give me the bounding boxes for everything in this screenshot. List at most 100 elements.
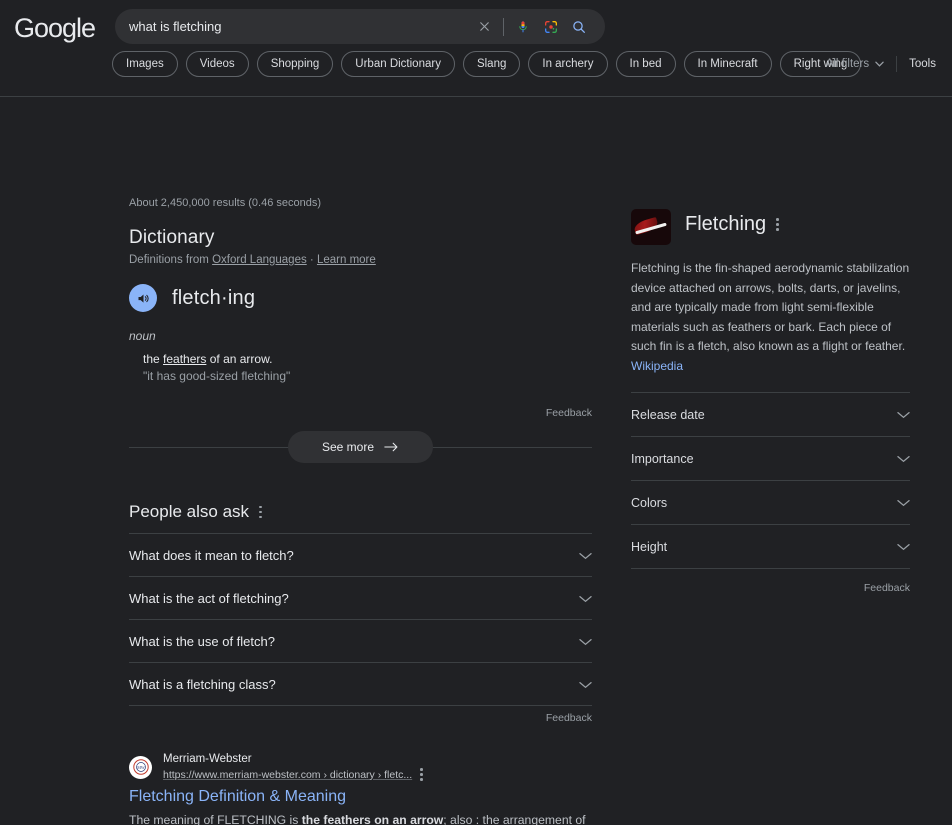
see-more-container: See more (129, 429, 592, 465)
paa-question-3[interactable]: What is the use of fletch? (129, 619, 592, 662)
filter-chips: Images Videos Shopping Urban Dictionary … (112, 51, 862, 77)
result-stats: About 2,450,000 results (0.46 seconds) (129, 197, 322, 209)
snippet-part-bold: the feathers on an arrow (301, 813, 444, 825)
chip-videos[interactable]: Videos (185, 51, 249, 77)
search-divider (503, 17, 504, 36)
knowledge-panel-header: Fletching (631, 209, 910, 245)
svg-text:MW: MW (137, 765, 145, 770)
chevron-down-icon (579, 595, 592, 602)
chevron-down-icon (897, 544, 910, 551)
dictionary-card: Dictionary Definitions from Oxford Langu… (129, 227, 592, 465)
paa-question-label: What is the act of fletching? (129, 591, 289, 606)
paa-question-4[interactable]: What is a fletching class? (129, 662, 592, 706)
definition-list: the feathers of an arrow. "it has good-s… (129, 351, 592, 385)
pronounce-button[interactable] (129, 284, 157, 312)
see-more-label: See more (321, 440, 375, 454)
knowledge-panel-description-text: Fletching is the fin-shaped aerodynamic … (631, 261, 910, 353)
dictionary-word: fletch·ing (172, 286, 256, 309)
chevron-down-icon (897, 412, 910, 419)
dictionary-title: Dictionary (129, 227, 215, 248)
feathers-link[interactable]: feathers (163, 352, 206, 366)
paa-question-label: What does it mean to fletch? (129, 548, 294, 563)
google-lens-icon (545, 20, 557, 33)
result-more-options-icon[interactable] (420, 767, 423, 782)
result-title[interactable]: Fletching Definition & Meaning (129, 786, 592, 808)
search-submit-button[interactable] (565, 13, 593, 41)
dictionary-feedback-link[interactable]: Feedback (129, 407, 592, 419)
speaker-icon (138, 293, 149, 303)
clear-search-button[interactable] (470, 13, 498, 41)
all-filters-label: All filters (825, 58, 870, 70)
fletched-arrow-thumbnail[interactable] (631, 209, 671, 245)
arrow-right-icon (384, 442, 398, 452)
result-snippet: The meaning of FLETCHING is the feathers… (129, 811, 592, 825)
knowledge-panel-footer: Feedback (631, 568, 910, 596)
learn-more-link[interactable]: Learn more (317, 254, 376, 266)
result-site-name: Merriam-Webster (163, 753, 252, 765)
paa-more-options-icon[interactable] (259, 504, 262, 519)
chip-in-archery[interactable]: In archery (528, 51, 608, 77)
chip-urban-dictionary[interactable]: Urban Dictionary (341, 51, 455, 77)
knowledge-panel-title-row: Fletching (685, 209, 779, 236)
search-bar[interactable] (115, 9, 605, 44)
search-input[interactable] (115, 9, 470, 44)
chevron-down-icon (579, 681, 592, 688)
page-header: Google what is fletching Images Videos S… (0, 0, 952, 97)
chip-in-minecraft[interactable]: In Minecraft (683, 51, 772, 77)
header-bottom-border (0, 96, 952, 97)
merriam-webster-favicon: MW (129, 755, 152, 779)
dictionary-source-prefix: Definitions from (129, 254, 209, 266)
kp-row-importance[interactable]: Importance (631, 436, 910, 480)
knowledge-panel: Fletching Fletching is the fin-shaped ae… (631, 209, 910, 596)
chevron-down-icon (579, 638, 592, 645)
chevron-down-icon (897, 500, 910, 507)
snippet-part: The meaning of FLETCHING is (129, 813, 302, 825)
kp-row-label: Importance (631, 452, 694, 466)
microphone-icon (519, 20, 527, 32)
see-more-button[interactable]: See more (287, 431, 434, 463)
chip-in-bed[interactable]: In bed (615, 51, 676, 77)
result-site-info: Merriam-Webster https://www.merriam-webs… (163, 752, 423, 782)
dictionary-source-line: Definitions from Oxford Languages · Lear… (129, 254, 592, 266)
paa-question-label: What is a fletching class? (129, 677, 276, 692)
kp-row-label: Release date (631, 408, 705, 422)
chip-shopping[interactable]: Shopping (256, 51, 334, 77)
header-tools-area: All filters Tools (826, 56, 936, 72)
paa-header: People also ask (129, 502, 592, 522)
all-filters-button[interactable]: All filters (826, 58, 896, 70)
close-icon (479, 22, 489, 31)
organic-results: MW Merriam-Webster https://www.merriam-w… (129, 752, 592, 825)
knowledge-panel-description: Fletching is the fin-shaped aerodynamic … (631, 259, 910, 376)
result-url[interactable]: https://www.merriam-webster.com › dictio… (163, 768, 412, 782)
people-also-ask-section: People also ask What does it mean to fle… (129, 502, 592, 724)
chevron-down-icon (897, 456, 910, 463)
chip-slang[interactable]: Slang (462, 51, 521, 77)
paa-title: People also ask (129, 502, 250, 521)
voice-search-button[interactable] (509, 13, 537, 41)
google-logo-text: Google (14, 13, 96, 43)
kp-row-height[interactable]: Height (631, 524, 910, 568)
oxford-languages-link[interactable]: Oxford Languages (212, 254, 307, 266)
google-logo[interactable]: Google (14, 12, 96, 44)
paa-question-2[interactable]: What is the act of fletching? (129, 576, 592, 619)
definition-suffix: of an arrow. (209, 352, 273, 366)
wikipedia-source-link[interactable]: Wikipedia (631, 359, 683, 373)
chevron-down-icon (579, 552, 592, 559)
definition-example: "it has good-sized fletching" (143, 369, 291, 383)
paa-feedback-link[interactable]: Feedback (129, 712, 592, 724)
knowledge-panel-feedback-link[interactable]: Feedback (864, 582, 910, 594)
chip-images[interactable]: Images (112, 51, 178, 77)
kp-row-release-date[interactable]: Release date (631, 392, 910, 436)
search-bar-icons (470, 13, 605, 41)
knowledge-panel-title: Fletching (685, 213, 767, 235)
chevron-down-icon (875, 61, 884, 67)
paa-question-1[interactable]: What does it mean to fletch? (129, 533, 592, 576)
result-header: MW Merriam-Webster https://www.merriam-w… (129, 752, 592, 782)
knowledge-panel-more-options-icon[interactable] (776, 217, 779, 232)
kp-row-colors[interactable]: Colors (631, 480, 910, 524)
tools-button[interactable]: Tools (897, 58, 936, 70)
dictionary-word-row: fletch·ing (129, 284, 592, 312)
definition-text: the feathers of an arrow. (143, 351, 592, 368)
google-lens-button[interactable] (537, 13, 565, 41)
search-result: MW Merriam-Webster https://www.merriam-w… (129, 752, 592, 825)
